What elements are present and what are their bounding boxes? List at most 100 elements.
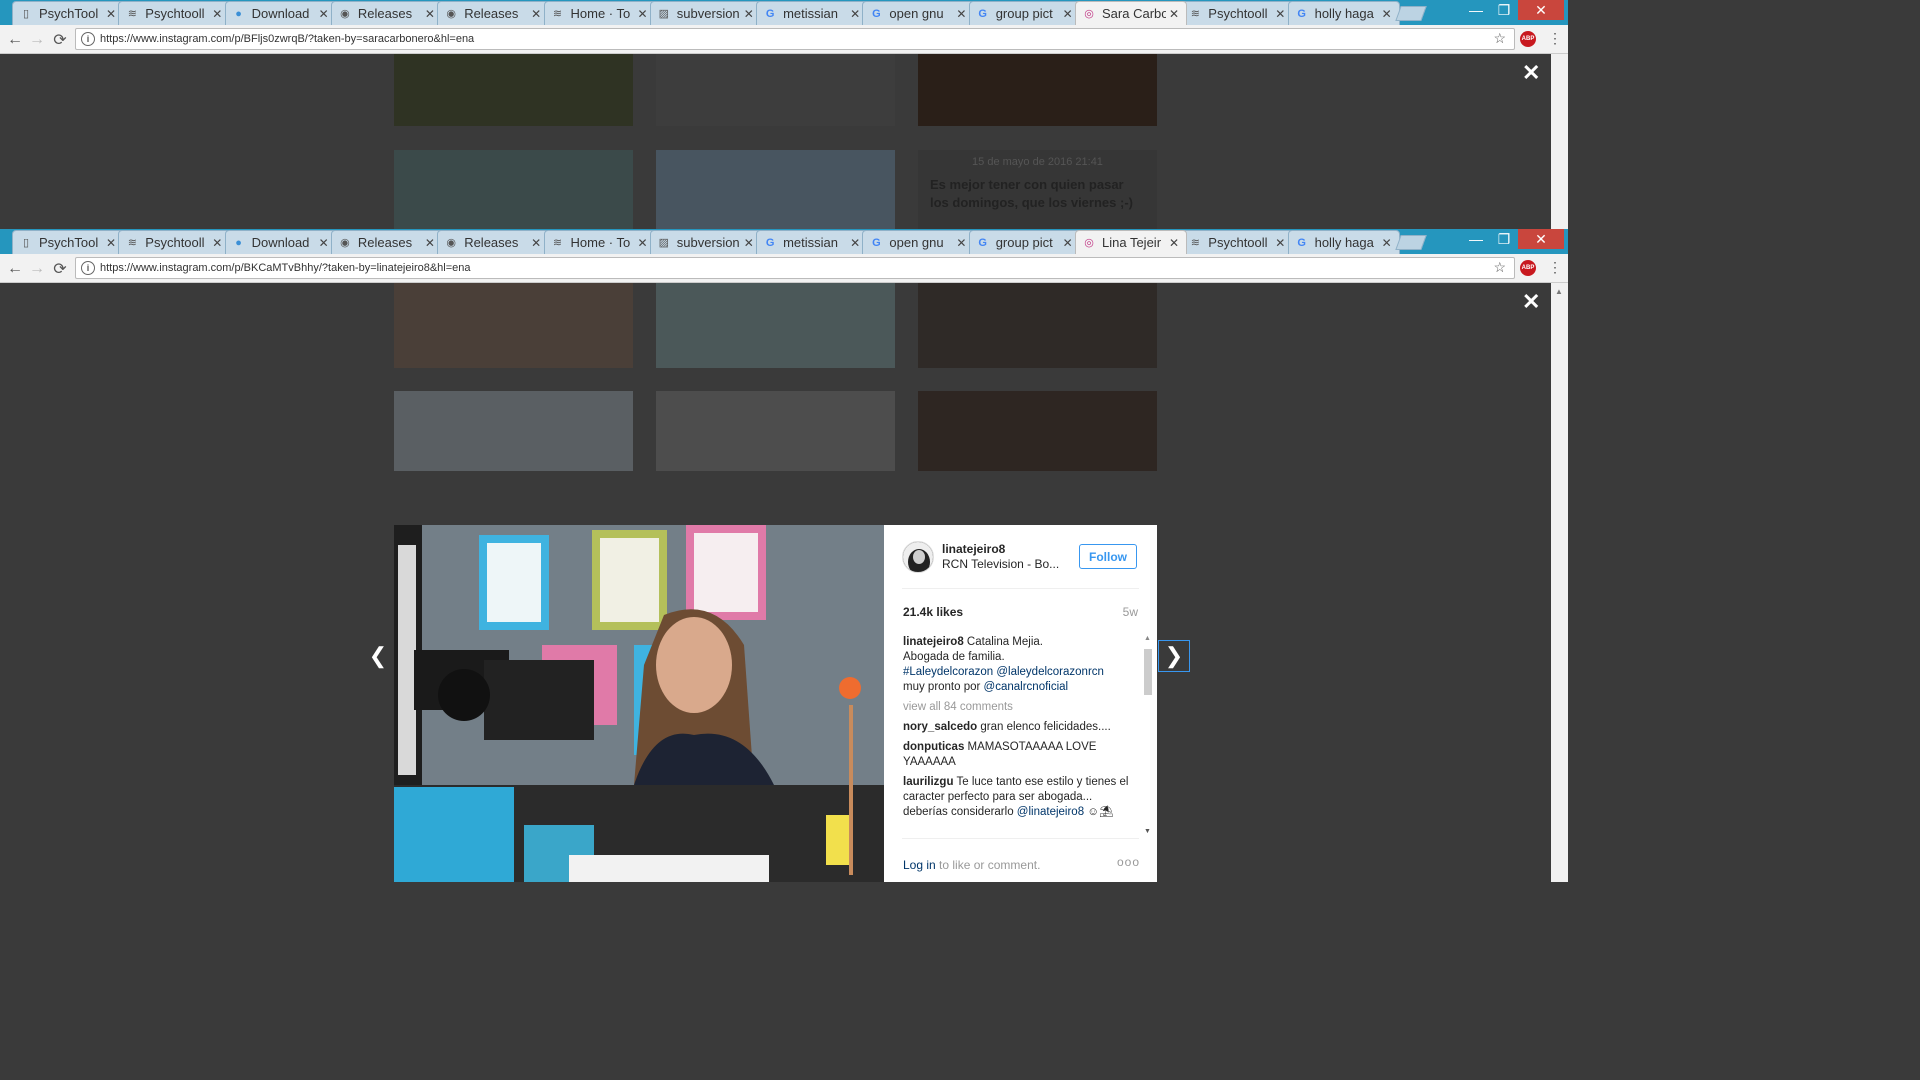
window-close-icon[interactable]: ✕	[1518, 229, 1564, 249]
reload-icon[interactable]: ⟳	[49, 258, 71, 280]
browser-tab[interactable]: ◉ Releases ✕	[330, 230, 443, 254]
close-tab-icon[interactable]: ✕	[953, 236, 969, 250]
view-all-comments-link[interactable]: view all 84 comments	[903, 700, 1138, 715]
back-icon[interactable]: ←	[4, 29, 26, 51]
new-tab-button[interactable]	[1395, 235, 1427, 250]
comment-username[interactable]: donputicas	[903, 741, 964, 753]
hashtag-link[interactable]: #Laleydelcorazon	[903, 666, 993, 678]
grid-thumbnail[interactable]	[918, 283, 1157, 368]
close-tab-icon[interactable]: ✕	[635, 236, 651, 250]
post-photo[interactable]	[394, 525, 884, 882]
close-tab-icon[interactable]: ✕	[422, 236, 438, 250]
address-bar[interactable]: i https://www.instagram.com/p/BKCaMTvBhh…	[75, 257, 1515, 279]
post-location[interactable]: RCN Television - Bo...	[942, 557, 1062, 571]
close-tab-icon[interactable]: ✕	[847, 7, 863, 21]
mention-link[interactable]: @linatejeiro8	[1017, 806, 1084, 818]
adblock-icon[interactable]: ABP	[1520, 31, 1536, 47]
grid-thumbnail[interactable]	[394, 391, 633, 471]
browser-tab[interactable]: ◉ Releases ✕	[437, 230, 550, 254]
browser-tab[interactable]: Ggroup pict ✕	[968, 230, 1081, 254]
close-tab-icon[interactable]: ✕	[316, 236, 332, 250]
next-arrow-icon[interactable]: ❯	[1158, 640, 1190, 672]
menu-icon[interactable]: ⋮	[1548, 259, 1562, 276]
grid-thumbnail[interactable]	[918, 391, 1157, 471]
close-tab-icon[interactable]: ✕	[1272, 7, 1288, 21]
info-icon[interactable]: i	[81, 32, 95, 46]
post-age[interactable]: 5w	[1123, 605, 1138, 619]
reload-icon[interactable]: ⟳	[49, 29, 71, 51]
post-username[interactable]: linatejeiro8	[942, 542, 1005, 556]
browser-tab[interactable]: ◉ Releases ✕	[330, 1, 443, 25]
close-tab-icon[interactable]: ✕	[635, 7, 651, 21]
browser-tab[interactable]: ≋ Home · To ✕	[543, 1, 656, 25]
browser-tab[interactable]: ≋ Home · To ✕	[543, 230, 656, 254]
close-tab-icon[interactable]: ✕	[1272, 236, 1288, 250]
browser-tab[interactable]: Gmetissian ✕	[756, 230, 869, 254]
previous-arrow-icon[interactable]: ❮	[362, 640, 394, 672]
info-icon[interactable]: i	[81, 261, 95, 275]
browser-tab[interactable]: Ggroup pict ✕	[968, 1, 1081, 25]
maximize-icon[interactable]: ❐	[1490, 229, 1518, 249]
browser-tab[interactable]: ◎ Sara Carbo ✕	[1075, 1, 1187, 25]
close-tab-icon[interactable]: ✕	[741, 236, 757, 250]
post-text-tile[interactable]: 15 de mayo de 2016 21:41 Es mejor tener …	[918, 150, 1157, 229]
login-link[interactable]: Log in	[903, 858, 936, 872]
browser-tab[interactable]: ◉ Releases ✕	[437, 1, 550, 25]
minimize-icon[interactable]: —	[1462, 0, 1490, 20]
grid-thumbnail[interactable]	[394, 283, 633, 368]
grid-thumbnail[interactable]	[656, 54, 895, 126]
grid-thumbnail[interactable]	[656, 391, 895, 471]
browser-tab[interactable]: ● Download ✕	[224, 1, 337, 25]
close-tab-icon[interactable]: ✕	[1166, 7, 1182, 21]
browser-tab[interactable]: ▨ subversion ✕	[649, 230, 762, 254]
browser-tab[interactable]: ● Download ✕	[224, 230, 337, 254]
close-tab-icon[interactable]: ✕	[953, 7, 969, 21]
follow-button[interactable]: Follow	[1079, 544, 1137, 569]
close-tab-icon[interactable]: ✕	[422, 7, 438, 21]
close-tab-icon[interactable]: ✕	[209, 236, 225, 250]
forward-icon[interactable]: →	[26, 258, 48, 280]
close-tab-icon[interactable]: ✕	[209, 7, 225, 21]
close-tab-icon[interactable]: ✕	[847, 236, 863, 250]
browser-tab[interactable]: ≋ Psychtooll ✕	[118, 230, 231, 254]
close-icon[interactable]: ✕	[1522, 60, 1540, 86]
avatar[interactable]	[902, 541, 934, 573]
close-tab-icon[interactable]: ✕	[528, 236, 544, 250]
browser-tab[interactable]: ▯ PsychTool ✕	[12, 1, 124, 25]
browser-tab[interactable]: ▯ PsychTool ✕	[12, 230, 124, 254]
browser-tab[interactable]: ▨ subversion ✕	[649, 1, 762, 25]
mention-link[interactable]: @canalrcnoficial	[984, 681, 1069, 693]
browser-tab[interactable]: Gholly haga ✕	[1287, 230, 1400, 254]
comment-username[interactable]: laurilizgu	[903, 776, 953, 788]
close-tab-icon[interactable]: ✕	[1166, 236, 1182, 250]
comment-username[interactable]: nory_salcedo	[903, 721, 977, 733]
browser-tab[interactable]: Gmetissian ✕	[756, 1, 869, 25]
window-close-icon[interactable]: ✕	[1518, 0, 1564, 20]
bookmark-star-icon[interactable]: ☆	[1493, 30, 1506, 47]
minimize-icon[interactable]: —	[1462, 229, 1490, 249]
browser-tab[interactable]: Gholly haga ✕	[1287, 1, 1400, 25]
grid-thumbnail[interactable]	[656, 150, 895, 229]
menu-icon[interactable]: ⋮	[1548, 30, 1562, 47]
grid-thumbnail[interactable]	[394, 150, 633, 229]
caption-username[interactable]: linatejeiro8	[903, 636, 964, 648]
close-tab-icon[interactable]: ✕	[1379, 236, 1395, 250]
grid-thumbnail[interactable]	[918, 54, 1157, 126]
forward-icon[interactable]: →	[26, 29, 48, 51]
back-icon[interactable]: ←	[4, 258, 26, 280]
scroll-up-icon[interactable]: ▲	[1144, 635, 1151, 642]
browser-tab[interactable]: ≋ Psychtooll ✕	[1181, 1, 1294, 25]
scrollbar[interactable]	[1551, 54, 1568, 229]
grid-thumbnail[interactable]	[656, 283, 895, 368]
maximize-icon[interactable]: ❐	[1490, 0, 1518, 20]
close-tab-icon[interactable]: ✕	[1379, 7, 1395, 21]
bookmark-star-icon[interactable]: ☆	[1493, 259, 1506, 276]
close-tab-icon[interactable]: ✕	[103, 236, 119, 250]
close-icon[interactable]: ✕	[1522, 289, 1540, 315]
likes-count[interactable]: 21.4k likes	[903, 605, 963, 619]
mention-link[interactable]: @laleydelcorazonrcn	[996, 666, 1104, 678]
close-tab-icon[interactable]: ✕	[741, 7, 757, 21]
close-tab-icon[interactable]: ✕	[1060, 7, 1076, 21]
new-tab-button[interactable]	[1395, 6, 1427, 21]
scroll-thumb[interactable]	[1144, 649, 1152, 695]
